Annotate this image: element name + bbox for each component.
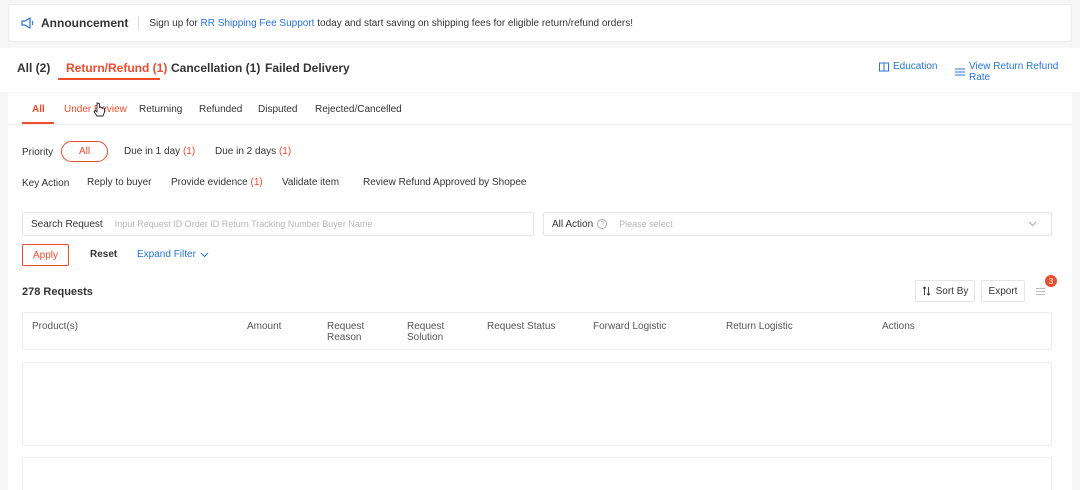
table-row [22,457,1052,490]
priority-due-1-day-count: (1) [182,146,196,157]
col-request-solution-line1: Request [407,321,445,332]
subtab-returning[interactable]: Returning [139,104,182,115]
subtab-rejected-cancelled[interactable]: Rejected/Cancelled [315,104,402,115]
priority-all-pill[interactable]: All [61,141,108,162]
all-action-placeholder: Please select [619,219,673,229]
col-products: Product(s) [32,321,78,332]
announcement-link[interactable]: RR Shipping Fee Support [201,18,315,29]
col-actions: Actions [882,321,915,332]
provide-evidence-label: Provide evidence [171,177,248,188]
col-request-status: Request Status [487,321,555,332]
provide-evidence-count: (1) [250,177,263,188]
col-actions-label: Actions [882,321,915,332]
announcement-message: Sign up for RR Shipping Fee Support toda… [149,18,633,29]
search-request-label: Search Request [31,218,103,230]
info-icon: ? [597,219,608,229]
mouse-cursor-icon [93,102,107,123]
megaphone-icon [21,17,35,29]
col-request-reason: Request Reason [327,321,364,343]
announcement-text-after: today and start saving on shipping fees … [314,17,633,29]
col-return-logistic-label: Return Logistic [726,321,793,332]
subtab-disputed[interactable]: Disputed [258,104,297,115]
announcement-divider [138,16,140,30]
search-request-field[interactable]: Search Request Input Request ID Order ID… [22,212,534,236]
notification-badge: 3 [1045,275,1057,287]
col-request-reason-line1: Request [327,321,365,332]
col-amount-label: Amount [247,321,282,332]
key-action-review-refund[interactable]: Review Refund Approved by Shopee [363,177,526,188]
tab-failed-delivery[interactable]: Failed Delivery [265,61,350,75]
book-icon [879,62,889,72]
search-request-placeholder: Input Request ID Order ID Return Trackin… [114,219,373,229]
priority-due-2-days-label: Due in 2 days [215,146,277,157]
view-return-refund-rate-link[interactable]: View Return Refund Rate [955,61,1080,83]
col-forward-logistic-label: Forward Logistic [593,321,667,332]
col-forward-logistic: Forward Logistic [593,321,666,332]
sort-by-button[interactable]: Sort By [915,280,975,302]
col-return-logistic: Return Logistic [726,321,793,332]
tab-all[interactable]: All (2) [17,61,50,75]
all-action-select[interactable]: All Action ? Please select [543,212,1052,236]
key-action-reply-to-buyer[interactable]: Reply to buyer [87,177,151,188]
priority-due-1-day[interactable]: Due in 1 day (1) [124,146,195,157]
col-products-label: Product(s) [32,321,79,332]
priority-due-2-days-count: (1) [278,146,292,157]
priority-label: Priority [22,147,54,158]
subtab-divider [8,124,1072,125]
all-action-label: All Action [552,218,594,230]
expand-filter-button[interactable]: Expand Filter [137,249,209,260]
export-button[interactable]: Export [981,280,1025,302]
priority-due-2-days[interactable]: Due in 2 days (1) [215,146,291,157]
sort-icon [922,286,931,296]
col-request-status-label: Request Status [487,321,556,332]
subtab-all[interactable]: All [32,104,45,115]
list-icon [1035,287,1045,295]
col-request-solution-line2: Solution [407,332,444,343]
apply-button[interactable]: Apply [22,244,69,266]
key-action-validate-item[interactable]: Validate item [282,177,339,188]
priority-due-1-day-label: Due in 1 day [124,146,181,157]
announcement-bar: Announcement Sign up for RR Shipping Fee… [8,4,1072,42]
chevron-down-icon [1028,221,1037,227]
list-icon [955,67,965,77]
education-link[interactable]: Education [879,61,937,72]
col-amount: Amount [247,321,281,332]
announcement-text-before: Sign up for [149,17,201,29]
reset-button[interactable]: Reset [90,249,117,260]
announcement-title: Announcement [41,16,129,30]
chevron-down-icon [200,252,209,258]
requests-count: 278 Requests [22,286,93,298]
tab-return-refund[interactable]: Return/Refund (1) [66,61,167,75]
sort-by-label: Sort By [935,285,969,297]
col-request-reason-line2: Reason [327,332,362,343]
key-action-provide-evidence[interactable]: Provide evidence (1) [171,177,263,188]
key-action-label: Key Action [22,178,70,189]
active-tab-underline [58,78,160,80]
tab-cancellation[interactable]: Cancellation (1) [171,61,260,75]
subtab-refunded[interactable]: Refunded [199,104,242,115]
table-row [22,362,1052,446]
education-label: Education [893,61,938,72]
expand-filter-label: Expand Filter [137,249,196,260]
col-request-solution: Request Solution [407,321,444,343]
view-rate-label: View Return Refund Rate [969,61,1059,83]
